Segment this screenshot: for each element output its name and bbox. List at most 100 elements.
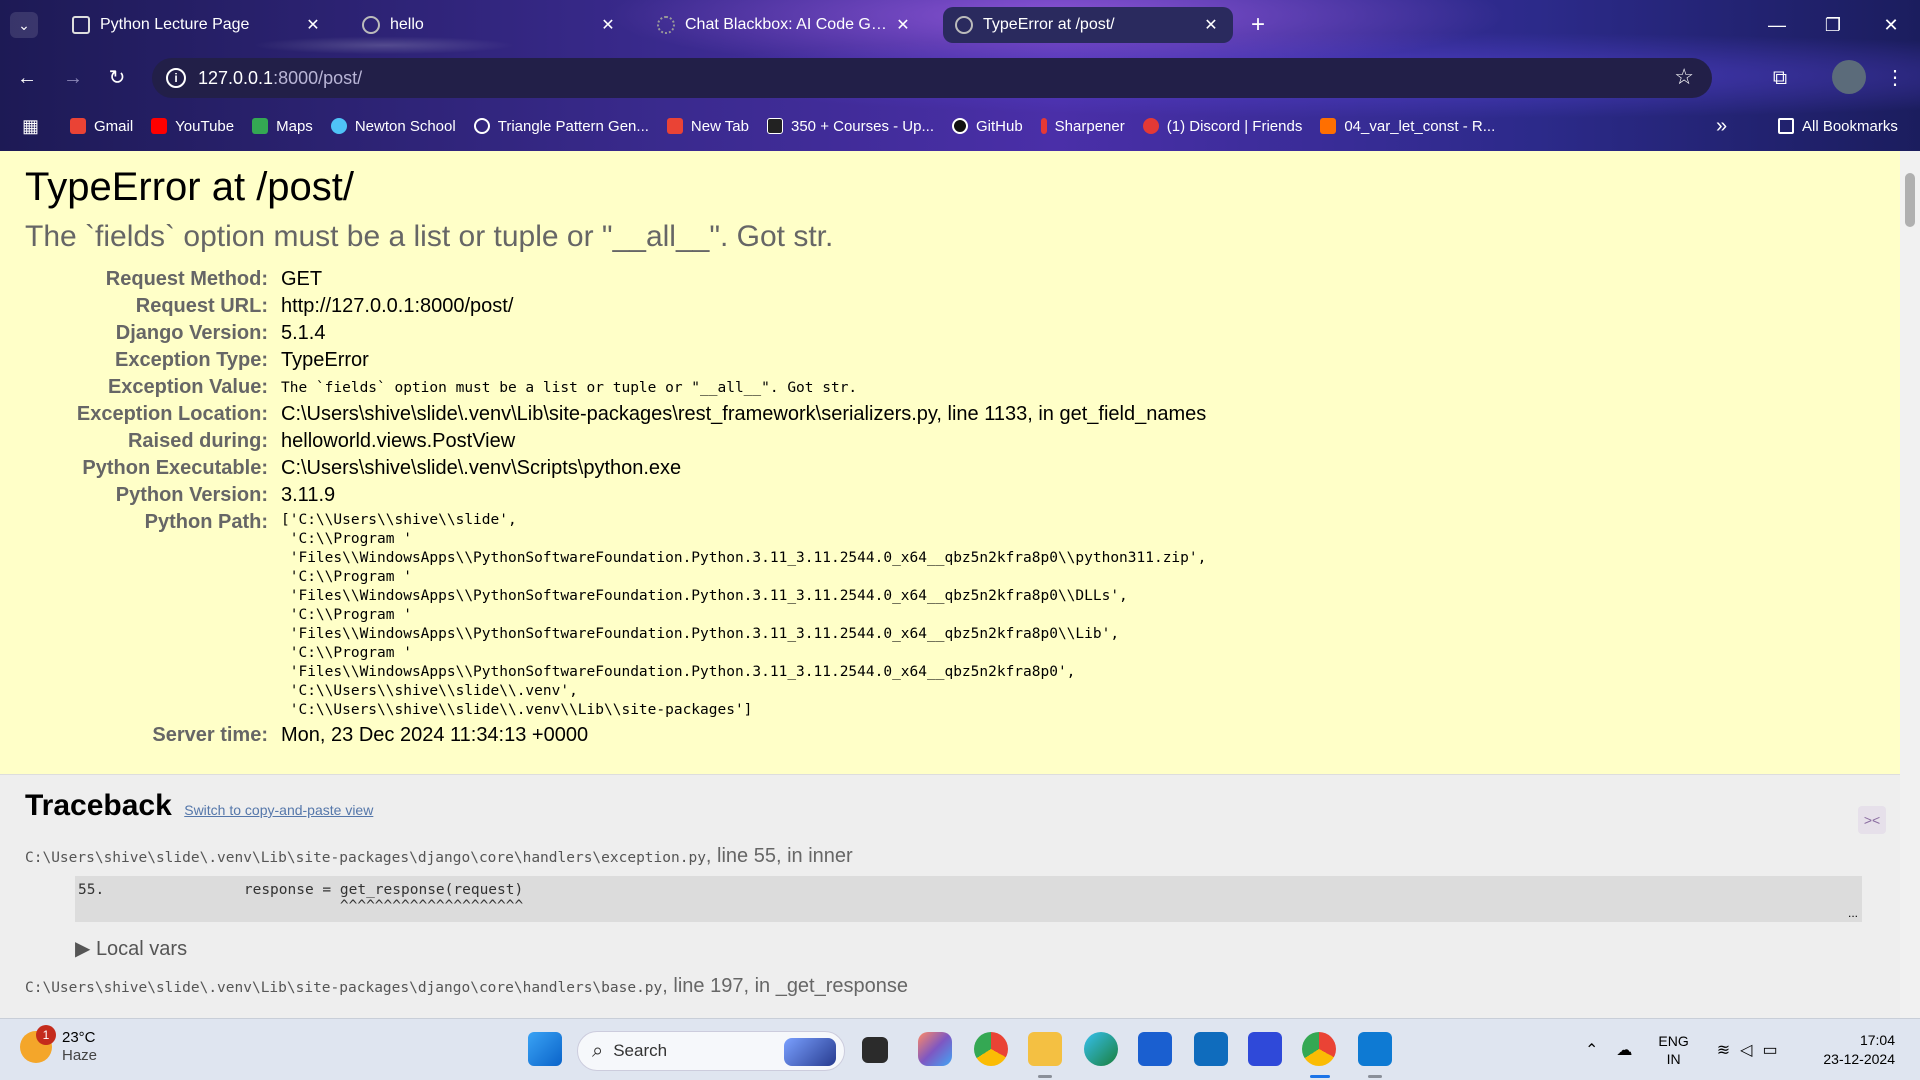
bookmark-label: Gmail xyxy=(94,117,134,135)
avatar[interactable] xyxy=(1832,60,1866,94)
chrome-icon[interactable] xyxy=(974,1032,1008,1066)
meta-value: 5.1.4 xyxy=(281,322,326,344)
active-indicator xyxy=(1310,1075,1330,1078)
taskbar-search[interactable]: ⌕ Search xyxy=(577,1031,845,1071)
meta-label: Python Path: xyxy=(144,511,268,533)
reload-icon[interactable]: ↻ xyxy=(102,63,132,93)
site-info-icon[interactable]: i xyxy=(166,68,186,88)
back-icon[interactable]: ← xyxy=(12,63,42,93)
github-icon xyxy=(951,118,968,134)
restore-icon[interactable]: ❐ xyxy=(1818,10,1848,40)
windows-start-icon[interactable] xyxy=(528,1032,562,1066)
tab-typeerror[interactable]: TypeError at /post/ ✕ xyxy=(943,7,1233,43)
more-bookmarks-icon[interactable]: » xyxy=(1716,115,1727,138)
extensions-icon[interactable]: ⧉ xyxy=(1765,63,1795,93)
meta-row: Request URL: http://127.0.0.1:8000/post/ xyxy=(25,293,1206,320)
bookmark-new-tab[interactable]: New Tab xyxy=(666,117,749,135)
clock[interactable]: 17:04 23-12-2024 xyxy=(1815,1031,1895,1069)
scrollbar-thumb[interactable] xyxy=(1905,173,1915,227)
chevron-up-icon[interactable]: ⌃ xyxy=(1585,1040,1598,1060)
tab-title: hello xyxy=(390,16,424,33)
meta-value: Mon, 23 Dec 2024 11:34:13 +0000 xyxy=(281,724,589,746)
bookmark-star-icon[interactable]: ☆ xyxy=(1674,64,1694,90)
onedrive-icon[interactable]: ☁ xyxy=(1616,1040,1632,1060)
close-tab-icon[interactable]: ✕ xyxy=(303,15,323,35)
meta-label: Python Version: xyxy=(115,484,268,506)
bookmark-gmail[interactable]: Gmail xyxy=(70,118,133,135)
new-tab-button[interactable]: + xyxy=(1243,10,1273,40)
close-tab-icon[interactable]: ✕ xyxy=(1201,15,1221,35)
expand-context-dots[interactable]: ... xyxy=(1848,906,1858,920)
wordpress-icon xyxy=(767,118,783,134)
bookmark-youtube[interactable]: YouTube xyxy=(151,118,234,135)
tab-python-lecture[interactable]: Python Lecture Page ✕ xyxy=(60,7,335,43)
bookmark-var-let-const[interactable]: 04_var_let_const - R... xyxy=(1320,118,1495,135)
meta-label: Django Version: xyxy=(115,322,268,344)
task-view-icon[interactable] xyxy=(862,1037,888,1063)
frame-where: , line 197, in _get_response xyxy=(662,975,909,997)
traceback-heading: Traceback xyxy=(25,789,172,822)
search-icon: ⌕ xyxy=(592,1039,604,1062)
forward-icon[interactable]: → xyxy=(58,63,88,93)
language-indicator[interactable]: ENG IN xyxy=(1658,1032,1688,1068)
bookmark-maps[interactable]: Maps xyxy=(252,118,313,135)
close-tab-icon[interactable]: ✕ xyxy=(893,15,913,35)
gmail-icon xyxy=(666,118,683,134)
tab-title: TypeError at /post/ xyxy=(983,16,1115,33)
replit-icon xyxy=(1320,118,1337,134)
outlook-icon[interactable] xyxy=(1194,1032,1228,1066)
tab-blackbox[interactable]: Chat Blackbox: AI Code Genera ✕ xyxy=(645,7,925,43)
meta-row: Django Version: 5.1.4 xyxy=(25,320,1206,347)
meta-row: Python Path: ['C:\\Users\\shive\\slide', … xyxy=(25,509,1207,722)
wifi-icon[interactable]: ≋ xyxy=(1717,1040,1730,1060)
meta-row: Request Method: GET xyxy=(25,266,1206,293)
globe-icon xyxy=(362,16,380,34)
chrome-profile-icon[interactable] xyxy=(1302,1032,1336,1066)
bookmark-350-courses[interactable]: 350 + Courses - Up... xyxy=(767,118,934,135)
page-scrollbar[interactable] xyxy=(1900,151,1920,1018)
bookmark-sharpener[interactable]: Sharpener xyxy=(1040,118,1125,135)
tab-hello[interactable]: hello ✕ xyxy=(350,7,630,43)
all-bookmarks-label: All Bookmarks xyxy=(1802,117,1898,135)
battery-icon[interactable]: ▭ xyxy=(1762,1040,1777,1060)
local-vars-toggle[interactable]: ▶ Local vars xyxy=(75,936,1875,961)
address-bar[interactable]: i 127.0.0.1:8000/post/ ☆ xyxy=(152,58,1712,98)
bookmark-discord[interactable]: (1) Discord | Friends xyxy=(1142,118,1302,135)
powerautomate-icon[interactable] xyxy=(1248,1032,1282,1066)
bookmark-label: New Tab xyxy=(690,117,749,135)
meta-label: Request URL: xyxy=(135,295,268,317)
copilot-icon[interactable] xyxy=(918,1032,952,1066)
meta-label: Server time: xyxy=(152,724,268,746)
error-subtitle: The `fields` option must be a list or tu… xyxy=(25,220,834,253)
volume-icon[interactable]: ◁ xyxy=(1740,1040,1752,1060)
meta-value: 3.11.9 xyxy=(281,484,336,506)
code-line: 55. response = get_response(request) ^^^… xyxy=(78,882,524,914)
switch-view-link[interactable]: Switch to copy-and-paste view xyxy=(184,802,373,818)
minimize-icon[interactable]: — xyxy=(1762,10,1792,40)
bookmark-triangle-pattern[interactable]: Triangle Pattern Gen... xyxy=(473,117,649,135)
weather-widget[interactable]: 1 23°C Haze xyxy=(20,1025,97,1065)
error-summary: TypeError at /post/ The `fields` option … xyxy=(0,151,1900,775)
store-icon[interactable] xyxy=(1138,1032,1172,1066)
apps-grid-icon[interactable]: ▦ xyxy=(22,116,44,137)
bookmark-label: Triangle Pattern Gen... xyxy=(497,117,649,135)
menu-icon[interactable]: ⋮ xyxy=(1880,63,1910,93)
meta-row: Server time: Mon, 23 Dec 2024 11:34:13 +0… xyxy=(25,722,1206,749)
bookmark-label: 04_var_let_const - R... xyxy=(1344,117,1496,135)
close-window-icon[interactable]: ✕ xyxy=(1876,10,1906,40)
bookmarks-bar: ▦ Gmail YouTube Maps Newton School Trian… xyxy=(0,108,1920,144)
youtube-icon xyxy=(151,118,168,134)
bookmark-newton-school[interactable]: Newton School xyxy=(330,118,456,135)
bookmark-github[interactable]: GitHub xyxy=(951,118,1023,135)
vscode-icon[interactable] xyxy=(1358,1032,1392,1066)
collapse-code-icon[interactable]: >< xyxy=(1858,806,1886,834)
file-explorer-icon[interactable] xyxy=(1028,1032,1062,1066)
all-bookmarks[interactable]: All Bookmarks xyxy=(1778,118,1898,135)
edge-icon[interactable] xyxy=(1084,1032,1118,1066)
frame-context[interactable]: 55. response = get_response(request) ^^^… xyxy=(75,876,1862,922)
meta-value: GET xyxy=(281,268,323,290)
tab-search-button[interactable]: ⌄ xyxy=(10,12,38,38)
close-tab-icon[interactable]: ✕ xyxy=(598,15,618,35)
meta-label: Request Method: xyxy=(105,268,268,290)
tab-title: Python Lecture Page xyxy=(100,16,250,33)
